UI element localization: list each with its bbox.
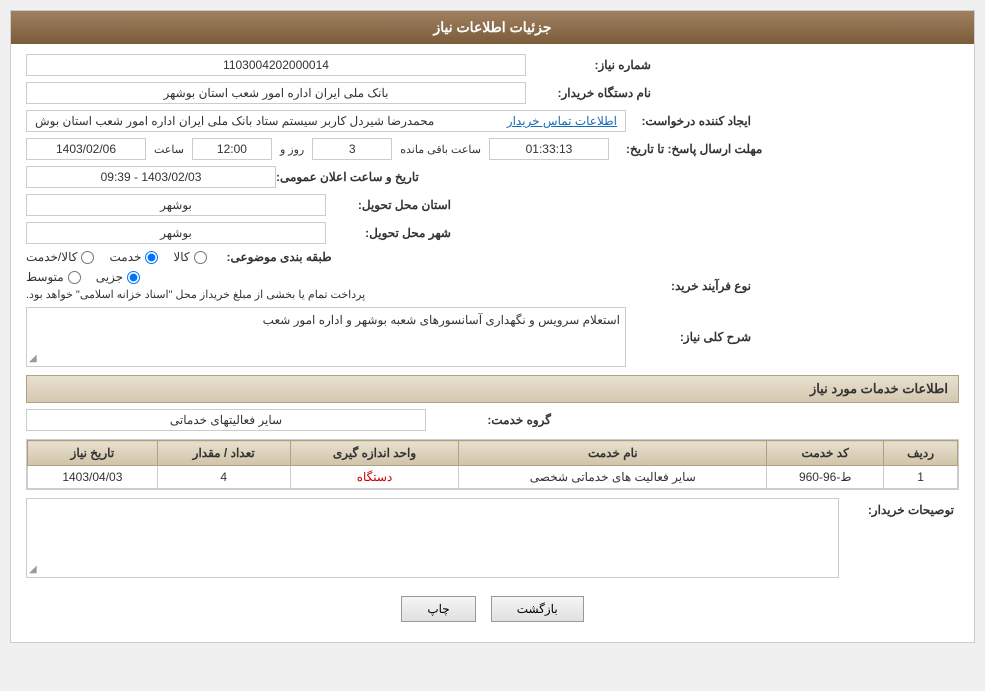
description-label: شرح کلی نیاز: [626, 330, 756, 344]
buyer-desc-box: ◢ [26, 498, 839, 578]
cell-date: 1403/04/03 [28, 466, 158, 489]
service-group-value: سایر فعالیتهای خدماتی [26, 409, 426, 431]
remaining-time-label: ساعت باقی مانده [400, 143, 481, 156]
services-section-title: اطلاعات خدمات مورد نیاز [26, 375, 959, 403]
subject-khedmat-option: خدمت [109, 250, 158, 264]
subject-kala-khedmat-radio[interactable] [81, 251, 94, 264]
province-value: بوشهر [26, 194, 326, 216]
deadline-days-value: 3 [312, 138, 392, 160]
subject-kala-option: کالا [173, 250, 206, 264]
subject-radio-group: کالا/خدمت خدمت کالا [26, 250, 207, 264]
buyer-org-value: بانک ملی ایران اداره امور شعب استان بوشه… [26, 82, 526, 104]
col-need-date: تاریخ نیاز [28, 441, 158, 466]
requester-label: ایجاد کننده درخواست: [626, 114, 756, 128]
requester-contact-link[interactable]: اطلاعات تماس خریدار [507, 114, 617, 128]
table-row: 1ط-96-960سایر فعالیت های خدماتی شخصیدستگ… [28, 466, 958, 489]
request-number-label: شماره نیاز: [526, 58, 656, 72]
city-row: شهر محل تحویل: بوشهر [26, 222, 959, 244]
mottavaset-label: متوسط [26, 270, 64, 284]
services-table-container: ردیف کد خدمت نام خدمت واحد اندازه گیری ت… [26, 439, 959, 490]
city-value: بوشهر [26, 222, 326, 244]
purchase-mottavaset-option: متوسط [26, 270, 81, 284]
request-number-value: 1103004202000014 [26, 54, 526, 76]
cell-unit: دستگاه [290, 466, 459, 489]
purchase-jozi-radio[interactable] [127, 271, 140, 284]
service-group-label: گروه خدمت: [426, 413, 556, 427]
time-label: ساعت [154, 143, 184, 156]
cell-row: 1 [884, 466, 958, 489]
back-button[interactable]: بازگشت [491, 596, 584, 622]
buyer-resize-icon: ◢ [29, 564, 37, 575]
deadline-date-value: 1403/02/06 [26, 138, 146, 160]
jozi-label: جزیی [96, 270, 123, 284]
subject-khedmat-radio[interactable] [145, 251, 158, 264]
description-row: شرح کلی نیاز: استعلام سرویس و نگهداری آس… [26, 307, 959, 367]
kala-khedmat-label: کالا/خدمت [26, 250, 77, 264]
col-row-num: ردیف [884, 441, 958, 466]
subject-label: طبقه بندی موضوعی: [207, 250, 337, 264]
cell-quantity: 4 [157, 466, 290, 489]
col-service-name: نام خدمت [459, 441, 767, 466]
purchase-jozi-option: جزیی [96, 270, 140, 284]
days-label: روز و [280, 143, 304, 156]
service-group-row: گروه خدمت: سایر فعالیتهای خدماتی [26, 409, 959, 431]
col-service-code: کد خدمت [767, 441, 884, 466]
subject-row: طبقه بندی موضوعی: کالا/خدمت خدمت کالا [26, 250, 959, 264]
buyer-org-row: نام دستگاه خریدار: بانک ملی ایران اداره … [26, 82, 959, 104]
buyer-desc-section: توصیحات خریدار: ◢ [26, 498, 959, 578]
requester-value: محمدرضا شیردل کاربر سیستم ستاد بانک ملی … [35, 114, 434, 128]
purchase-radio-group: متوسط جزیی [26, 270, 140, 284]
province-label: استان محل تحویل: [326, 198, 456, 212]
response-deadline-label: مهلت ارسال پاسخ: تا تاریخ: [626, 142, 767, 156]
kala-label: کالا [173, 250, 189, 264]
announce-label: تاریخ و ساعت اعلان عمومی: [276, 170, 424, 184]
cell-code: ط-96-960 [767, 466, 884, 489]
purchase-note: پرداخت تمام یا بخشی از مبلغ خریداز محل "… [26, 288, 365, 301]
purchase-mottavaset-radio[interactable] [68, 271, 81, 284]
khedmat-label: خدمت [109, 250, 141, 264]
page-title: جزئیات اطلاعات نیاز [11, 11, 974, 44]
response-deadline-row: مهلت ارسال پاسخ: تا تاریخ: 01:33:13 ساعت… [26, 138, 959, 160]
print-button[interactable]: چاپ [401, 596, 475, 622]
deadline-time-value: 12:00 [192, 138, 272, 160]
city-label: شهر محل تحویل: [326, 226, 456, 240]
cell-name: سایر فعالیت های خدماتی شخصی [459, 466, 767, 489]
buyer-org-label: نام دستگاه خریدار: [526, 86, 656, 100]
col-unit: واحد اندازه گیری [290, 441, 459, 466]
services-table: ردیف کد خدمت نام خدمت واحد اندازه گیری ت… [27, 440, 958, 489]
requester-row: ایجاد کننده درخواست: اطلاعات تماس خریدار… [26, 110, 959, 132]
province-row: استان محل تحویل: بوشهر [26, 194, 959, 216]
footer-buttons: بازگشت چاپ [26, 586, 959, 632]
announce-row: تاریخ و ساعت اعلان عمومی: 1403/02/03 - 0… [26, 166, 959, 188]
subject-kala-khedmat-option: کالا/خدمت [26, 250, 94, 264]
buyer-desc-label: توصیحات خریدار: [839, 498, 959, 517]
request-number-row: شماره نیاز: 1103004202000014 [26, 54, 959, 76]
description-value: استعلام سرویس و نگهداری آسانسورهای شعبه … [263, 313, 620, 327]
purchase-type-label: نوع فرآیند خرید: [626, 279, 756, 293]
col-quantity: تعداد / مقدار [157, 441, 290, 466]
announce-value: 1403/02/03 - 09:39 [26, 166, 276, 188]
remaining-time-value: 01:33:13 [489, 138, 609, 160]
resize-icon: ◢ [29, 353, 37, 364]
subject-kala-radio[interactable] [194, 251, 207, 264]
purchase-type-row: نوع فرآیند خرید: متوسط جزیی پرداخت تمام … [26, 270, 959, 301]
